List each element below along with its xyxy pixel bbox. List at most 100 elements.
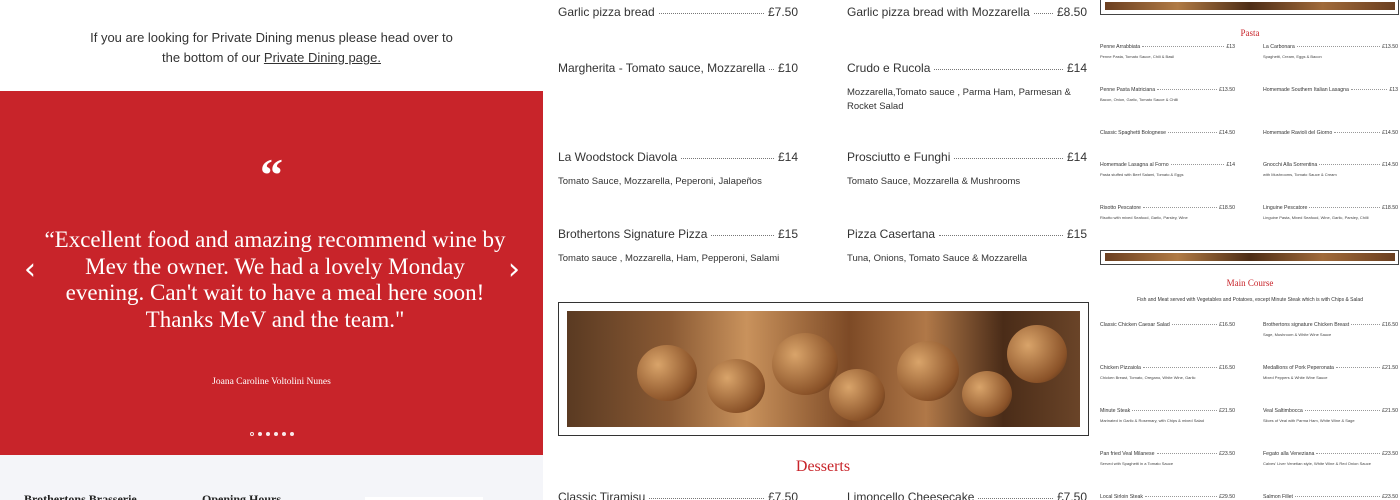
- menu-item: Garlic pizza bread £7.50: [558, 5, 798, 19]
- menu-item-price: £16.50: [1219, 365, 1235, 371]
- menu-image: Pasta Main Course Fish and Meat served w…: [1100, 0, 1400, 500]
- menu-item-row: Veal Saltimbocca £21.50: [1263, 408, 1398, 414]
- menu-item: Homemade Ravioli del Giorno £14.50: [1263, 130, 1398, 136]
- menu-item-description: Tomato Sauce, Mozzarella, Peperoni, Jala…: [558, 176, 762, 187]
- menu-item: Risotto Pescatore £18.50 Risotto with mixe…: [1100, 205, 1235, 220]
- menu-item-description: Tomato Sauce, Mozzarella & Mushrooms: [847, 176, 1021, 187]
- menu-item-name: Margherita - Tomato sauce, Mozzarella: [558, 61, 766, 75]
- dotted-leader: [1171, 324, 1218, 325]
- dotted-leader: [1334, 132, 1381, 133]
- menu-item-name: Risotto Pescatore: [1100, 205, 1141, 211]
- menu-image-top-strip: [1105, 2, 1395, 10]
- menu-item-description: Bacon, Onion, Garlic, Tomato Sauce & Chi…: [1100, 97, 1179, 102]
- menu-item-row: Crudo e Rucola £14: [847, 61, 1087, 75]
- menu-item-row: Classic Spaghetti Bolognese £14.50: [1100, 130, 1235, 136]
- menu-item-price: £14.50: [1382, 130, 1398, 136]
- menu-item-description: with Mushrooms, Tomato Sauce & Cream: [1263, 172, 1337, 177]
- dotted-leader: [1132, 410, 1218, 411]
- menu-item: Minute Steak £21.50 Marinated in Garlic & …: [1100, 408, 1235, 423]
- menu-item-name: Penne Arrabbiata: [1100, 44, 1141, 50]
- menu-item-name: Chicken Pizzaiola: [1100, 365, 1141, 371]
- menu-item-price: £21.50: [1219, 408, 1235, 414]
- menu-item-row: Garlic pizza bread £7.50: [558, 5, 798, 19]
- menu-item-name: Brothertons signature Chicken Breast: [1263, 322, 1350, 328]
- menu-item-description: Mixed Peppers & White Wine Sauce: [1263, 375, 1328, 380]
- menu-item-name: Fegato alla Veneziana: [1263, 451, 1315, 457]
- menu-item-row: Homemade Lasagna al Forno £14: [1100, 162, 1235, 168]
- dotted-leader: [1351, 324, 1381, 325]
- menu-item-row: Risotto Pescatore £18.50: [1100, 205, 1235, 211]
- menu-item: Medallions of Pork Peperonata £21.50 Mixed…: [1263, 365, 1398, 380]
- slider-dot[interactable]: [257, 432, 262, 436]
- menu-item-name: Local Sirloin Steak: [1100, 494, 1143, 500]
- dotted-leader: [1157, 89, 1218, 90]
- footer-hours-heading: Opening Hours: [202, 492, 282, 500]
- menu-item-price: £16.50: [1382, 322, 1398, 328]
- menu-item: Crudo e Rucola £14 Mozzarella,Tomato sauce…: [847, 61, 1087, 114]
- slider-dot[interactable]: [249, 432, 254, 436]
- menu-item-name: Linguine Pescatore: [1263, 205, 1308, 211]
- menu-item-price: £29.50: [1219, 494, 1235, 500]
- menu-item-row: Limoncello Cheesecake £7.50: [847, 490, 1087, 500]
- menu-item-row: La Carbonara £13.50: [1263, 44, 1398, 50]
- dotted-leader: [978, 498, 1053, 499]
- menu-item-row: Pan fried Veal Milanese £23.50: [1100, 451, 1235, 457]
- dotted-leader: [1156, 453, 1218, 454]
- footer-brand: Brothertons Brasserie: [24, 492, 137, 500]
- slider-dot[interactable]: [289, 432, 294, 436]
- menu-item: Classic Spaghetti Bolognese £14.50: [1100, 130, 1235, 136]
- menu-item-row: Fegato alla Veneziana £23.50: [1263, 451, 1398, 457]
- menu-item-price: £23.50: [1382, 494, 1398, 500]
- main-course-heading: Main Course: [1226, 278, 1274, 288]
- dotted-leader: [954, 158, 1063, 159]
- menu-item: Gnocchi Alla Sorrentina £14.50 with Mushro…: [1263, 162, 1398, 177]
- menu-item-name: Pizza Casertana: [847, 227, 936, 241]
- dotted-leader: [1296, 46, 1381, 47]
- slider-dot[interactable]: [265, 432, 270, 436]
- menu-item: Salmon Fillet £23.50: [1263, 494, 1398, 500]
- menu-item-price: £7.50: [1056, 490, 1087, 500]
- dotted-leader: [1350, 89, 1388, 90]
- slider-dot[interactable]: [273, 432, 278, 436]
- menu-item-description: Sage, Mushroom & White Wine Sauce: [1263, 332, 1332, 337]
- intro-line-1: If you are looking for Private Dining me…: [90, 30, 453, 45]
- menu-item-name: La Woodstock Diavola: [558, 150, 678, 164]
- menu-item: Veal Saltimbocca £21.50 Slices of Veal wit…: [1263, 408, 1398, 423]
- menu-item-row: La Woodstock Diavola £14: [558, 150, 798, 164]
- menu-item-name: Medallions of Pork Peperonata: [1263, 365, 1334, 371]
- menu-item: Fegato alla Veneziana £23.50 Calves' Liver…: [1263, 451, 1398, 466]
- menu-item-price: £21.50: [1382, 365, 1398, 371]
- slider-dot[interactable]: [281, 432, 286, 436]
- menu-item-description: Penne Pasta, Tomato Sauce, Chili & Basil: [1100, 54, 1175, 59]
- menu-item: Brothertons signature Chicken Breast £16.…: [1263, 322, 1398, 337]
- menu-item-description: Calves' Liver Venetian style, White Wine…: [1263, 461, 1371, 466]
- dotted-leader: [1294, 496, 1381, 497]
- menu-item: Margherita - Tomato sauce, Mozzarella £10: [558, 61, 798, 75]
- menu-item-description: Linguine Pasta, Mixed Seafood, Wine, Gar…: [1263, 215, 1369, 220]
- testimonial-author: Joana Caroline Voltolini Nunes: [212, 377, 331, 387]
- desserts-heading: Desserts: [795, 458, 851, 475]
- menu-item-price: £23.50: [1382, 451, 1398, 457]
- menu-item-name: Limoncello Cheesecake: [847, 490, 975, 500]
- menu-item-price: £14.50: [1219, 130, 1235, 136]
- menu-item-row: Salmon Fillet £23.50: [1263, 494, 1398, 500]
- menu-item-row: Garlic pizza bread with Mozzarella £8.50: [847, 5, 1087, 19]
- prev-slide-arrow-icon[interactable]: ‹: [24, 255, 36, 285]
- private-dining-link[interactable]: Private Dining page.: [264, 50, 381, 65]
- quote-icon: “: [260, 149, 283, 200]
- menu-item-name: Garlic pizza bread: [558, 5, 655, 19]
- menu-item-description: Marinated in Garlic & Rosemary, with Chi…: [1100, 418, 1204, 423]
- dotted-leader: [1309, 207, 1381, 208]
- menu-item-row: Classic Tiramisu £7.50: [558, 490, 798, 500]
- menu-item: La Carbonara £13.50 Spaghetti, Cream, Eggs…: [1263, 44, 1398, 59]
- next-slide-arrow-icon[interactable]: ›: [508, 255, 520, 285]
- menu-item: Homemade Lasagna al Forno £14 Pasta stuffe…: [1100, 162, 1235, 177]
- dotted-leader: [1304, 410, 1381, 411]
- menu-item-price: £18.50: [1219, 205, 1235, 211]
- menu-item-price: £14: [1226, 162, 1235, 168]
- menu-item-price: £13: [1226, 44, 1235, 50]
- menu-item-name: La Carbonara: [1263, 44, 1295, 50]
- dotted-leader: [1142, 367, 1218, 368]
- menu-item-price: £16.50: [1219, 322, 1235, 328]
- menu-item-name: Classic Spaghetti Bolognese: [1100, 130, 1167, 136]
